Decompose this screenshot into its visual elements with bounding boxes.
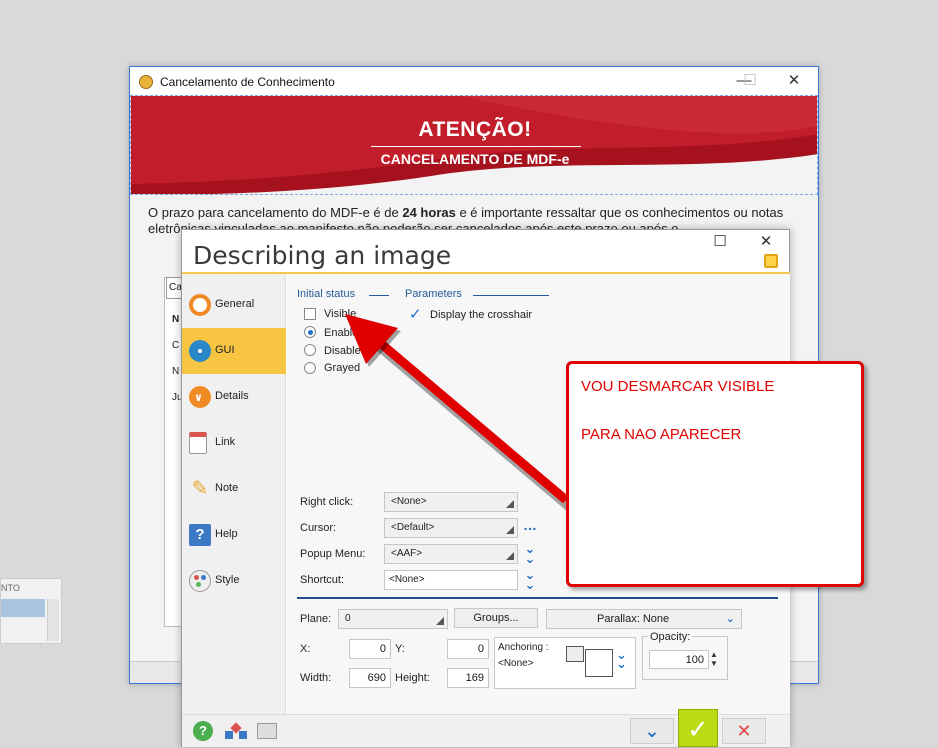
annotation-callout: VOU DESMARCAR VISIBLE PARA NAO APARECER bbox=[566, 361, 864, 587]
annotation-line-1: VOU DESMARCAR VISIBLE bbox=[581, 378, 775, 395]
annotation-line-2: PARA NAO APARECER bbox=[581, 426, 742, 443]
